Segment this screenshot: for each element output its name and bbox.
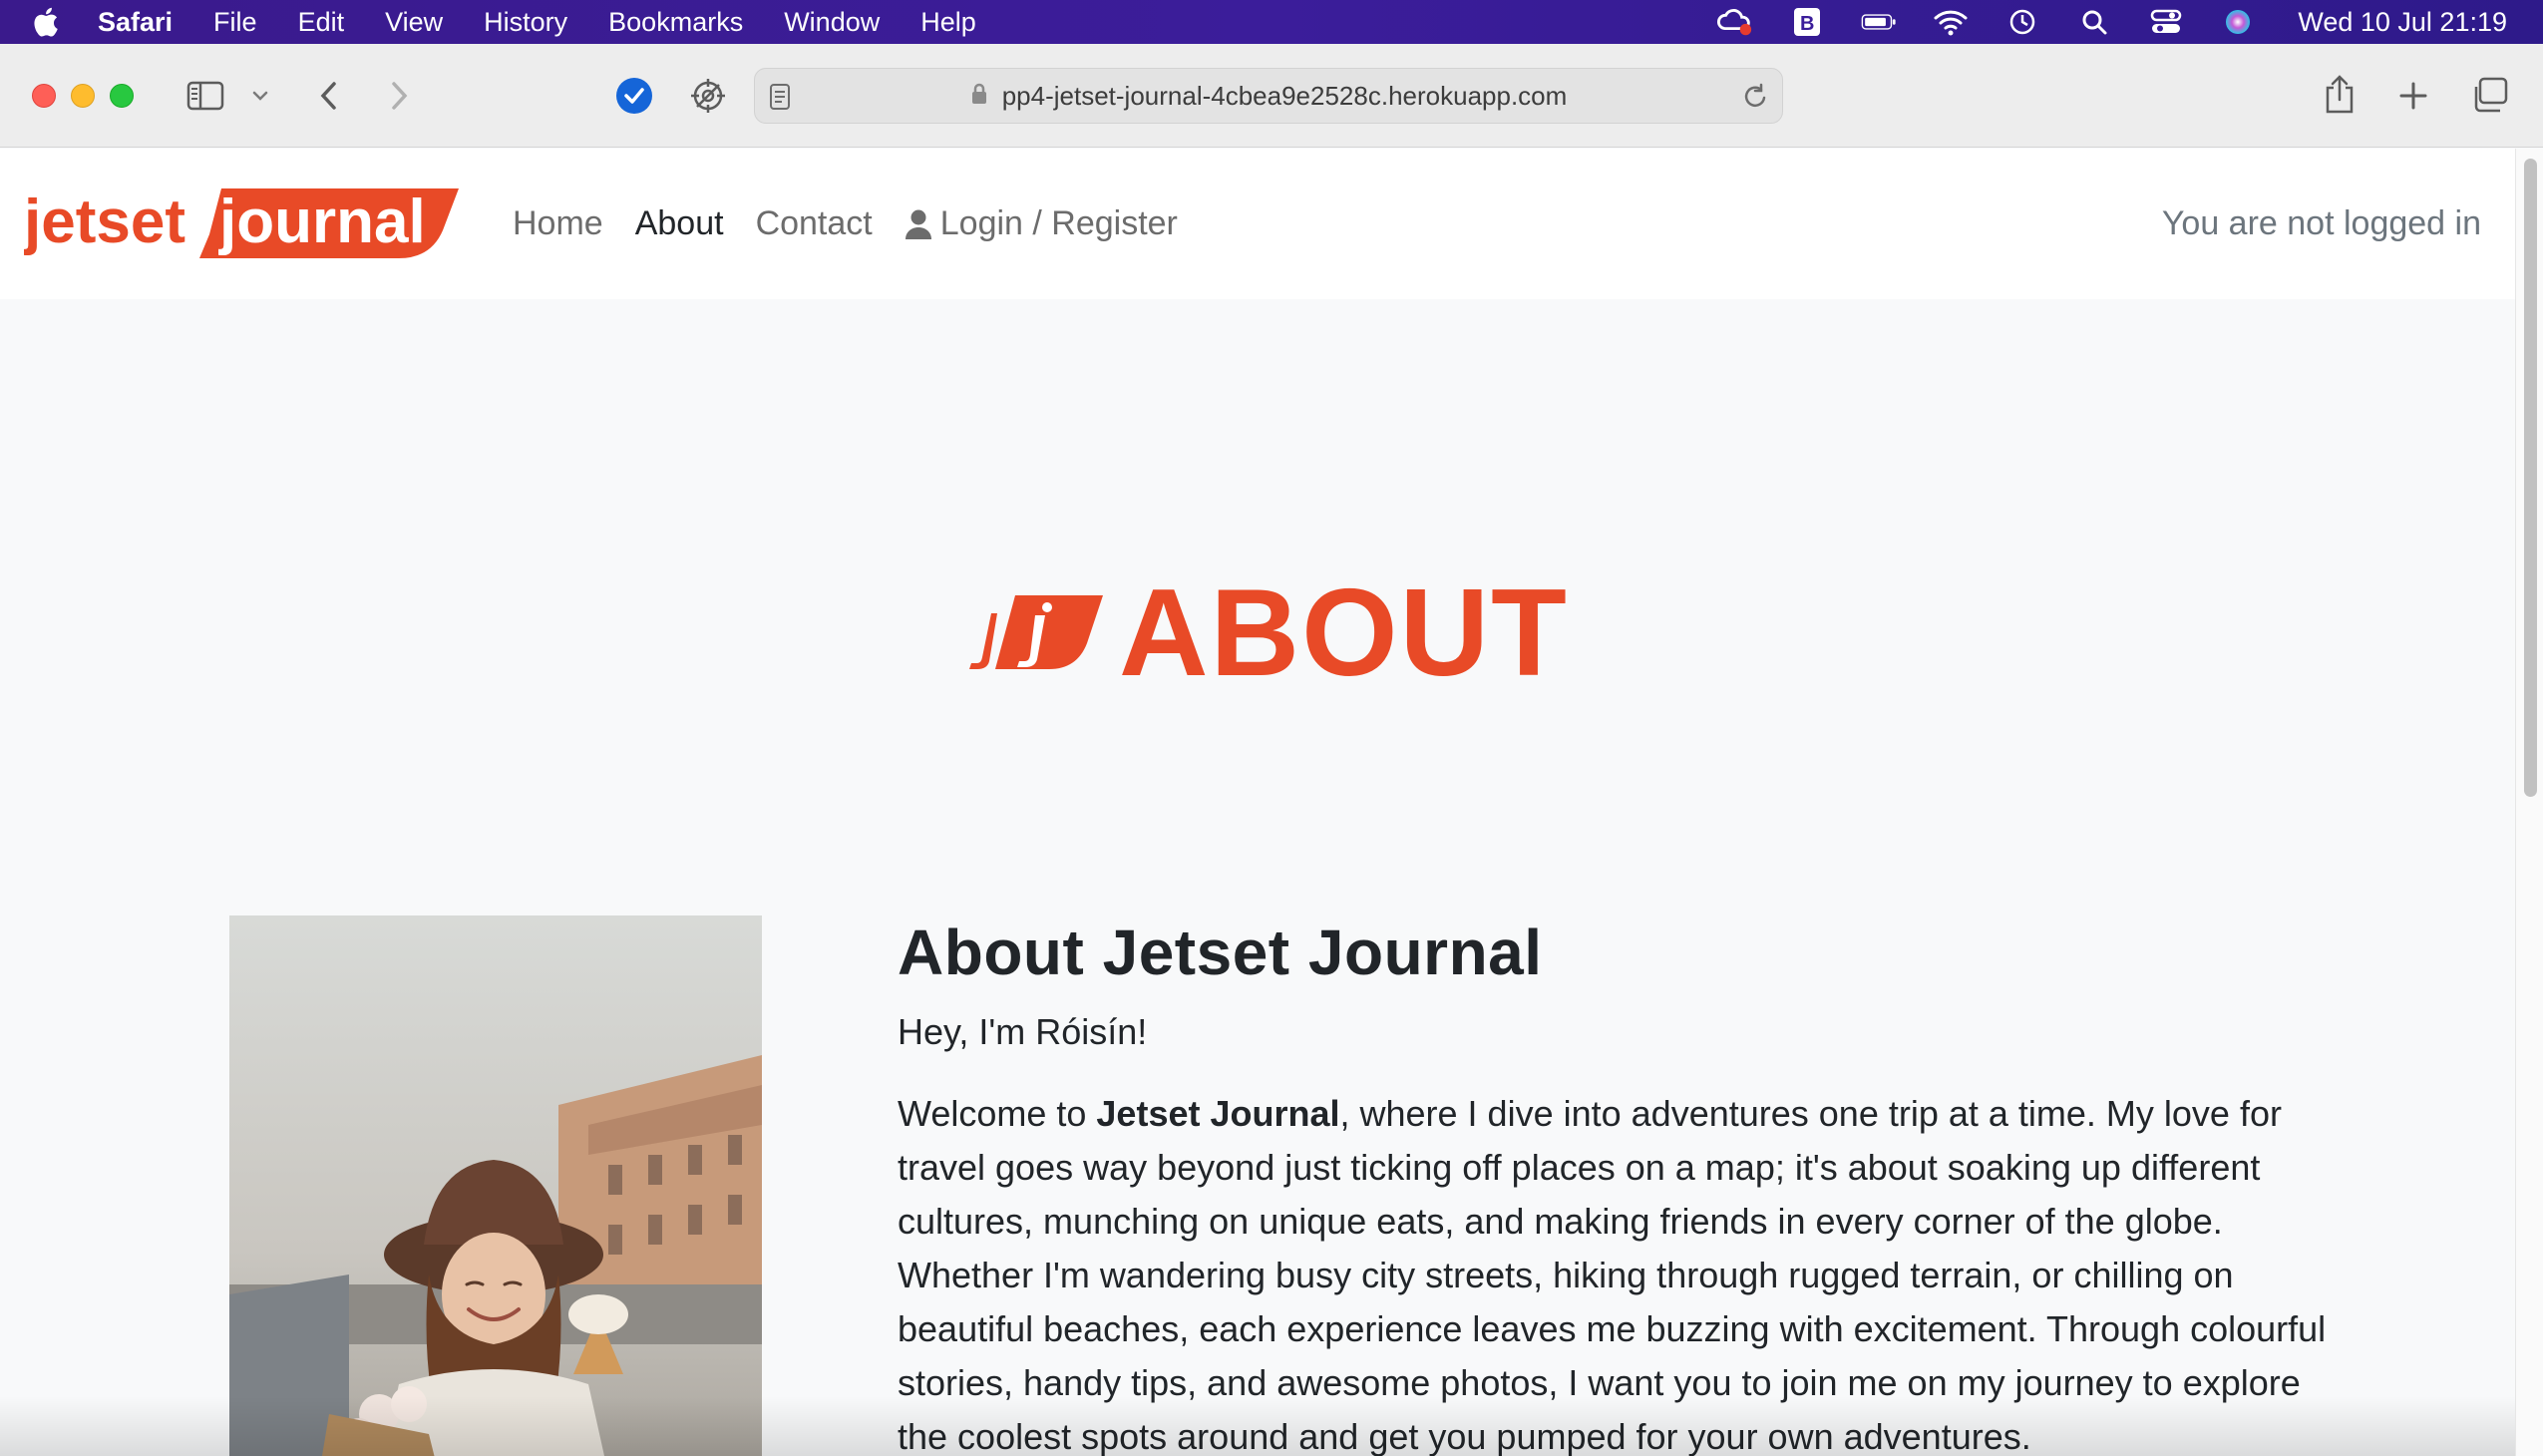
jj-logo-mark-icon bbox=[969, 595, 1103, 669]
menu-window[interactable]: Window bbox=[784, 7, 880, 38]
control-center-icon[interactable] bbox=[2148, 7, 2184, 37]
new-tab-plus-icon[interactable] bbox=[2395, 78, 2431, 114]
intro-body-text: , where I dive into adventures one trip … bbox=[898, 1093, 2327, 1456]
nav-about-link[interactable]: About bbox=[635, 204, 724, 243]
intro-prefix: Welcome to bbox=[898, 1093, 1097, 1134]
about-heading: About Jetset Journal bbox=[898, 916, 1543, 988]
nav-links: Home About Contact Login / Register bbox=[513, 149, 1210, 299]
nav-login-register-link[interactable]: Login / Register bbox=[905, 204, 1178, 243]
window-minimize-button[interactable] bbox=[71, 84, 95, 108]
menubar-clock[interactable]: Wed 10 Jul 21:19 bbox=[2298, 7, 2507, 38]
chevron-down-icon[interactable] bbox=[249, 84, 271, 108]
intro-brand-name: Jetset Journal bbox=[1096, 1093, 1340, 1134]
logo-text-journal: journal bbox=[218, 187, 426, 256]
address-bar[interactable]: pp4-jetset-journal-4cbea9e2528c.herokuap… bbox=[754, 68, 1783, 124]
about-content: About Jetset Journal Hey, I'm Róisín! We… bbox=[898, 915, 2354, 1456]
menu-history[interactable]: History bbox=[484, 7, 567, 38]
lock-icon bbox=[970, 82, 988, 111]
browser-toolbar: pp4-jetset-journal-4cbea9e2528c.herokuap… bbox=[0, 44, 2543, 148]
menu-file[interactable]: File bbox=[213, 7, 257, 38]
wifi-icon[interactable] bbox=[1933, 7, 1969, 37]
page-scrollbar[interactable] bbox=[2515, 149, 2543, 1456]
macos-menubar: Safari File Edit View History Bookmarks … bbox=[0, 0, 2543, 44]
about-intro-paragraph: Welcome to Jetset Journal, where I dive … bbox=[898, 1087, 2354, 1456]
creative-cloud-icon[interactable] bbox=[1717, 7, 1753, 37]
reload-icon[interactable] bbox=[1742, 83, 1768, 116]
logo-text-jetset: jetset bbox=[24, 187, 185, 256]
svg-text:B: B bbox=[1800, 13, 1814, 35]
privacy-shield-icon[interactable] bbox=[688, 76, 728, 116]
menu-bookmarks[interactable]: Bookmarks bbox=[608, 7, 743, 38]
sidebar-toggle-icon[interactable] bbox=[185, 78, 225, 114]
login-status-text: You are not logged in bbox=[2161, 204, 2481, 242]
time-machine-icon[interactable] bbox=[2004, 7, 2040, 37]
forward-arrow-icon[interactable] bbox=[385, 78, 415, 114]
extension-checkmark-icon[interactable] bbox=[614, 76, 654, 116]
url-text[interactable]: pp4-jetset-journal-4cbea9e2528c.herokuap… bbox=[1002, 81, 1568, 112]
window-close-button[interactable] bbox=[32, 84, 56, 108]
siri-icon[interactable] bbox=[2220, 7, 2256, 37]
page-title: ABOUT bbox=[1119, 564, 1569, 702]
back-arrow-icon[interactable] bbox=[313, 78, 343, 114]
share-icon[interactable] bbox=[2322, 72, 2358, 116]
menu-app-safari[interactable]: Safari bbox=[98, 7, 173, 38]
reader-mode-icon[interactable] bbox=[769, 83, 791, 116]
menu-help[interactable]: Help bbox=[920, 7, 976, 38]
spotlight-search-icon[interactable] bbox=[2076, 7, 2112, 37]
menu-edit[interactable]: Edit bbox=[298, 7, 345, 38]
bitwarden-icon[interactable]: B bbox=[1789, 7, 1825, 37]
scrollbar-thumb[interactable] bbox=[2524, 159, 2537, 797]
nav-contact-link[interactable]: Contact bbox=[756, 204, 873, 243]
nav-login-label: Login / Register bbox=[939, 204, 1178, 242]
nav-home-link[interactable]: Home bbox=[513, 204, 603, 243]
about-hero: ABOUT bbox=[965, 564, 1569, 702]
user-icon bbox=[905, 209, 931, 239]
menu-view[interactable]: View bbox=[385, 7, 443, 38]
about-greeting: Hey, I'm Róisín! bbox=[898, 1011, 1148, 1052]
battery-icon[interactable] bbox=[1861, 7, 1897, 37]
window-zoom-button[interactable] bbox=[110, 84, 134, 108]
tab-overview-icon[interactable] bbox=[2469, 76, 2509, 116]
site-logo[interactable]: jetset journal bbox=[23, 182, 460, 262]
profile-photo bbox=[229, 915, 762, 1456]
apple-menu-icon[interactable] bbox=[30, 5, 60, 39]
